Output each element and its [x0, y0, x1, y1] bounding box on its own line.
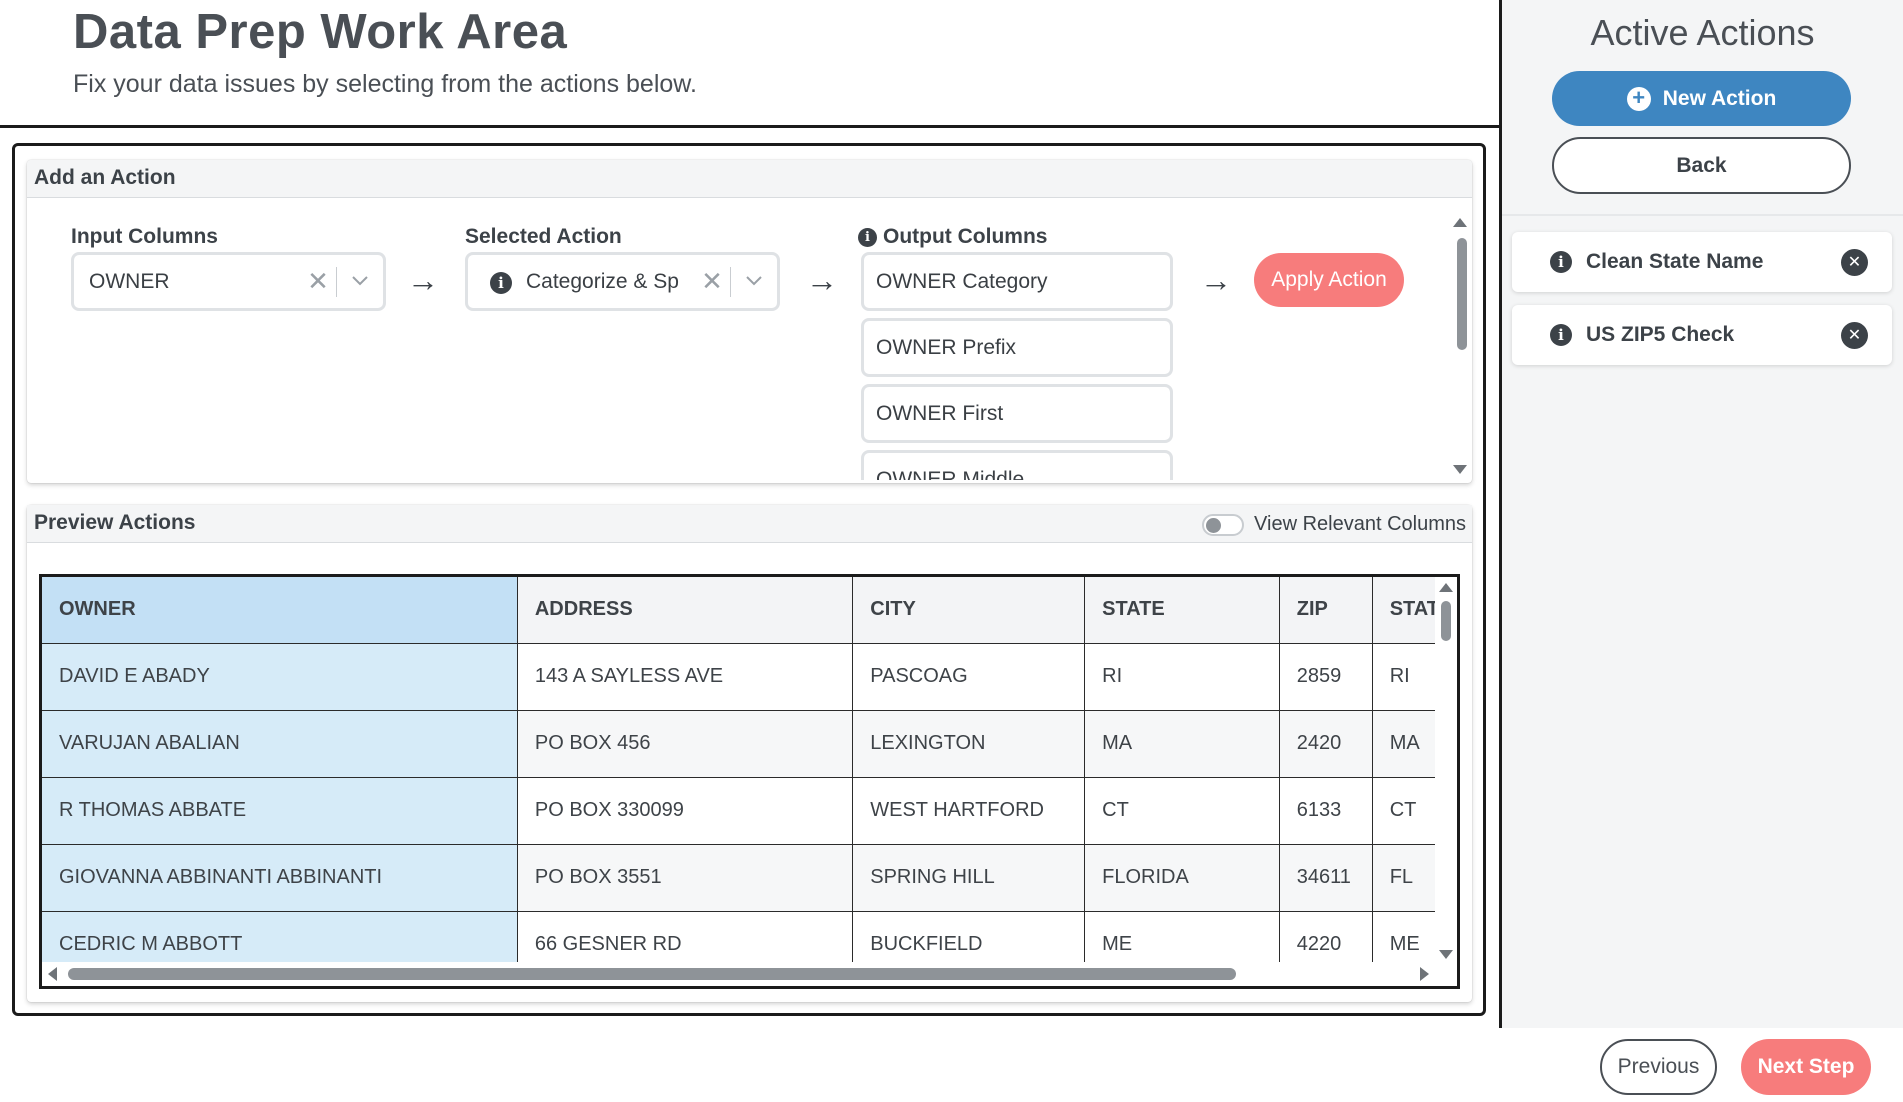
scrollbar-thumb[interactable]	[1457, 238, 1467, 350]
arrow-right-icon: →	[806, 262, 838, 298]
info-icon: i	[858, 227, 877, 247]
new-action-label: New Action	[1662, 86, 1777, 110]
table-cell: WEST HARTFORD	[852, 777, 1086, 845]
table-cell: 2420	[1279, 710, 1373, 778]
scroll-down-icon[interactable]	[1453, 465, 1467, 474]
scroll-right-icon[interactable]	[1420, 967, 1429, 981]
view-relevant-columns-toggle[interactable]: View Relevant Columns	[1202, 513, 1466, 536]
table-row: R THOMAS ABBATE PO BOX 330099 WEST HARTF…	[42, 777, 1457, 845]
toggle-label: View Relevant Columns	[1254, 513, 1466, 535]
output-columns-label: Output Columns	[883, 225, 1048, 248]
arrow-right-icon: →	[407, 262, 439, 298]
active-action-label: Clean State Name	[1586, 250, 1764, 273]
scrollbar-thumb[interactable]	[68, 968, 1236, 980]
table-cell: 143 A SAYLESS AVE	[517, 643, 854, 711]
column-header-city[interactable]: CITY	[852, 577, 1086, 644]
table-cell: PO BOX 456	[517, 710, 854, 778]
add-action-panel: Add an Action	[27, 160, 1472, 483]
info-icon: i	[468, 270, 512, 294]
scroll-down-icon[interactable]	[1439, 950, 1453, 959]
table-cell: RI	[1084, 643, 1280, 711]
data-table: OWNER ADDRESS CITY STATE ZIP STAT DAVID …	[42, 577, 1457, 979]
table-row: GIOVANNA ABBINANTI ABBINANTI PO BOX 3551…	[42, 844, 1457, 912]
sidebar-title: Active Actions	[1590, 12, 1815, 53]
preview-actions-header: Preview Actions View Relevant Columns	[27, 505, 1472, 543]
table-cell: 2859	[1279, 643, 1373, 711]
table-cell: LEXINGTON	[852, 710, 1086, 778]
active-action-item[interactable]: i Clean State Name ✕	[1512, 232, 1892, 292]
table-cell: R THOMAS ABBATE	[42, 777, 518, 845]
scrollbar-thumb[interactable]	[1441, 601, 1451, 641]
toggle-knob	[1206, 517, 1222, 533]
table-cell: PASCOAG	[852, 643, 1086, 711]
preview-table: OWNER ADDRESS CITY STATE ZIP STAT DAVID …	[39, 574, 1460, 989]
app-root: Data Prep Work Area Fix your data issues…	[0, 0, 1903, 1102]
info-icon[interactable]: i	[1550, 324, 1572, 346]
table-cell: MA	[1084, 710, 1280, 778]
column-header-address[interactable]: ADDRESS	[517, 577, 854, 644]
page-title: Data Prep Work Area	[73, 5, 568, 59]
plus-circle-icon: +	[1626, 86, 1651, 111]
column-header-zip[interactable]: ZIP	[1279, 577, 1373, 644]
input-column-value: OWNER	[89, 269, 170, 293]
table-cell: VARUJAN ABALIAN	[42, 710, 518, 778]
page-subtitle: Fix your data issues by selecting from t…	[73, 70, 697, 98]
active-actions-sidebar: Active Actions + New Action Back i Clean…	[1502, 0, 1903, 1028]
input-columns-label: Input Columns	[71, 225, 218, 248]
back-button[interactable]: Back	[1552, 137, 1851, 194]
table-cell: GIOVANNA ABBINANTI ABBINANTI	[42, 844, 518, 912]
selected-action-select[interactable]: i Categorize & Sp ✕	[465, 252, 780, 311]
page-header: Data Prep Work Area Fix your data issues…	[0, 0, 1500, 128]
table-cell: 34611	[1279, 844, 1373, 912]
previous-button[interactable]: Previous	[1600, 1039, 1717, 1095]
table-row: VARUJAN ABALIAN PO BOX 456 LEXINGTON MA …	[42, 710, 1457, 778]
table-row: DAVID E ABADY 143 A SAYLESS AVE PASCOAG …	[42, 643, 1457, 711]
sidebar-divider	[1502, 214, 1903, 216]
table-cell: PO BOX 330099	[517, 777, 854, 845]
table-cell: FLORIDA	[1084, 844, 1280, 912]
new-action-button[interactable]: + New Action	[1552, 71, 1851, 126]
scroll-up-icon[interactable]	[1453, 218, 1467, 227]
table-cell: PO BOX 3551	[517, 844, 854, 912]
add-action-scrollbar[interactable]	[1454, 238, 1468, 350]
scroll-up-icon[interactable]	[1439, 583, 1453, 592]
selected-action-value: Categorize & Sp	[526, 269, 679, 293]
info-icon[interactable]: i	[1550, 251, 1572, 273]
remove-action-icon[interactable]: ✕	[1841, 248, 1868, 276]
toggle-switch[interactable]	[1202, 513, 1245, 536]
chevron-down-icon[interactable]	[731, 270, 777, 293]
chevron-down-icon[interactable]	[337, 270, 383, 293]
active-action-item[interactable]: i US ZIP5 Check ✕	[1512, 305, 1892, 365]
table-hscroll[interactable]	[42, 962, 1457, 986]
arrow-right-icon: →	[1200, 262, 1232, 298]
footer-bar: Previous Next Step	[0, 1028, 1903, 1102]
table-cell: SPRING HILL	[852, 844, 1086, 912]
column-header-owner[interactable]: OWNER	[42, 577, 518, 644]
input-columns-select[interactable]: OWNER ✕	[71, 252, 386, 311]
apply-action-button[interactable]: Apply Action	[1254, 253, 1404, 307]
clear-input-icon[interactable]: ✕	[300, 266, 336, 297]
selected-action-label: Selected Action	[465, 225, 622, 248]
remove-action-icon[interactable]: ✕	[1841, 321, 1868, 349]
scroll-left-icon[interactable]	[48, 967, 57, 981]
table-cell: DAVID E ABADY	[42, 643, 518, 711]
next-step-button[interactable]: Next Step	[1741, 1039, 1871, 1095]
table-cell: CT	[1084, 777, 1280, 845]
output-columns-heading: i Output Columns	[858, 225, 1047, 249]
add-action-title: Add an Action	[27, 160, 1472, 198]
table-header-row: OWNER ADDRESS CITY STATE ZIP STAT	[42, 577, 1457, 644]
clear-action-icon[interactable]: ✕	[694, 266, 730, 297]
column-header-state[interactable]: STATE	[1084, 577, 1280, 644]
active-action-label: US ZIP5 Check	[1586, 323, 1735, 346]
preview-actions-title: Preview Actions	[34, 511, 196, 534]
table-vscroll[interactable]	[1435, 577, 1457, 968]
table-cell: 6133	[1279, 777, 1373, 845]
